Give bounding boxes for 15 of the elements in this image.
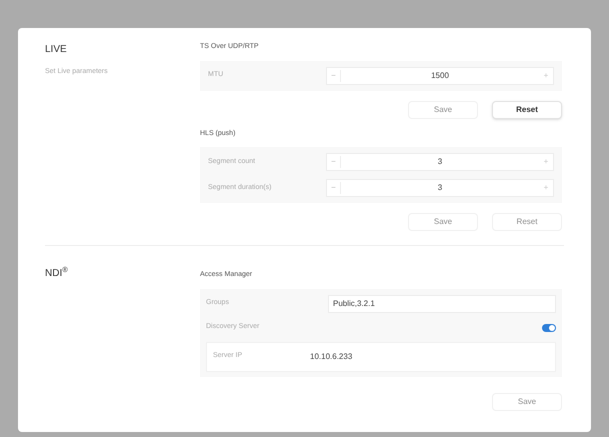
server-ip-value[interactable]: 10.10.6.233 [310, 350, 352, 362]
decrement-button[interactable]: − [327, 156, 341, 168]
toggle-switch[interactable] [542, 324, 556, 332]
section-title: LIVE [45, 43, 68, 57]
stepper-value: 3 [436, 156, 444, 168]
decrement-button[interactable]: − [327, 182, 341, 194]
action-button[interactable]: Reset [492, 100, 562, 118]
number-stepper[interactable]: − 1500 + [326, 66, 554, 84]
section-title: NDI$^{®}$ [45, 266, 69, 281]
stepper-value: 1500 [430, 70, 450, 82]
groups-input[interactable]: Public,3.2.1 [328, 294, 556, 312]
number-stepper[interactable]: − 3 + [326, 153, 554, 171]
decrement-button[interactable]: − [327, 70, 341, 82]
number-stepper[interactable]: − 3 + [326, 179, 554, 197]
stepper-value: 3 [436, 182, 444, 194]
